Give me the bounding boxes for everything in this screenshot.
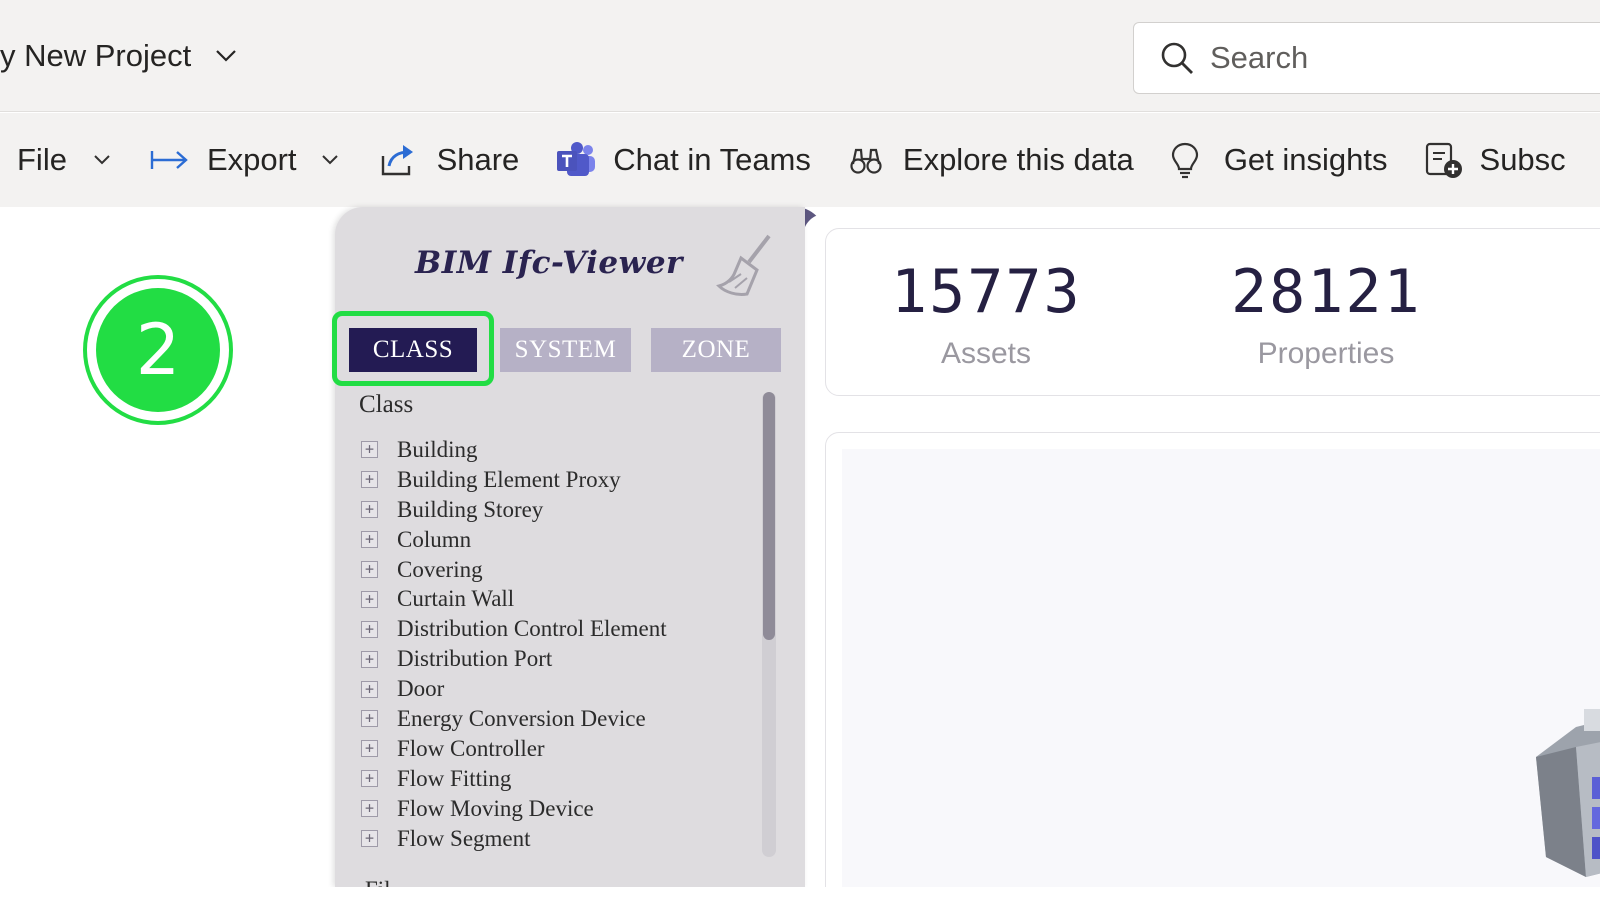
tree-item-curtain-wall[interactable]: + Curtain Wall — [361, 584, 761, 614]
tree-item-building-storey[interactable]: + Building Storey — [361, 495, 761, 525]
properties-count: 28121 — [1231, 257, 1422, 327]
tree-item-flow-fitting[interactable]: + Flow Fitting — [361, 764, 761, 794]
chat-in-teams-label: Chat in Teams — [613, 142, 811, 177]
tab-system[interactable]: SYSTEM — [500, 328, 631, 372]
lightbulb-icon — [1171, 142, 1198, 179]
expand-icon[interactable]: + — [361, 561, 378, 578]
get-insights-label: Get insights — [1223, 142, 1388, 177]
tree-item-door[interactable]: + Door — [361, 674, 761, 704]
expand-icon[interactable]: + — [361, 620, 378, 638]
project-selector[interactable]: y New Project — [0, 38, 237, 74]
expand-icon[interactable]: + — [361, 740, 378, 758]
teams-icon — [557, 142, 596, 176]
command-toolbar: File Export Share Chat in Teams Explore … — [0, 113, 1600, 207]
subscribe-icon — [1425, 142, 1462, 178]
subscribe-label: Subsc — [1479, 142, 1566, 177]
building-model-icon[interactable] — [1506, 707, 1600, 877]
tree-header: Class — [359, 391, 414, 418]
tree-item-building-element-proxy[interactable]: + Building Element Proxy — [361, 465, 761, 495]
properties-label: Properties — [1257, 337, 1395, 370]
tree-item-column[interactable]: + Column — [361, 525, 761, 555]
export-menu[interactable]: Export — [149, 130, 339, 190]
tree-item-distribution-control-element[interactable]: + Distribution Control Element — [361, 614, 761, 644]
explore-data-button[interactable]: Explore this data — [849, 130, 1134, 190]
expand-icon[interactable]: + — [361, 531, 378, 549]
project-title: y New Project — [0, 38, 192, 73]
tree-item-building[interactable]: + Building — [361, 435, 761, 465]
tab-zone[interactable]: ZONE — [651, 328, 781, 372]
export-arrow-icon — [150, 151, 188, 169]
expand-icon[interactable]: + — [361, 680, 378, 698]
chevron-down-icon — [94, 155, 110, 165]
kpi-card: 15773 Assets 28121 Properties — [825, 228, 1600, 396]
share-label: Share — [436, 142, 520, 177]
top-bar: y New Project — [0, 0, 1600, 112]
export-label: Export — [206, 142, 297, 177]
chat-in-teams-button[interactable]: Chat in Teams — [555, 130, 811, 190]
class-tab-highlight — [332, 311, 494, 386]
assets-label: Assets — [940, 337, 1032, 370]
step-number: 2 — [96, 288, 220, 412]
tree-item-distribution-port[interactable]: + Distribution Port — [361, 644, 761, 674]
chevron-down-icon — [321, 155, 338, 165]
broom-clear-icon[interactable] — [715, 232, 777, 300]
chevron-down-icon — [216, 50, 237, 62]
tree-item-flow-segment[interactable]: + Flow Segment — [361, 824, 761, 854]
search-icon — [1161, 42, 1193, 74]
file-menu[interactable]: File — [17, 130, 111, 190]
search-box[interactable] — [1133, 22, 1600, 94]
expand-icon[interactable]: + — [361, 800, 378, 818]
expand-icon[interactable]: + — [361, 501, 378, 519]
model-viewer-canvas[interactable] — [842, 449, 1600, 901]
expand-icon[interactable]: + — [361, 471, 378, 489]
get-insights-button[interactable]: Get insights — [1170, 130, 1388, 190]
tree-item-energy-conversion-device[interactable]: + Energy Conversion Device — [361, 704, 761, 734]
tree-item-covering[interactable]: + Covering — [361, 555, 761, 585]
share-button[interactable]: Share — [379, 130, 520, 190]
expand-icon[interactable]: + — [361, 590, 378, 608]
tree-item-partial: Fil — [365, 877, 391, 887]
step-number-badge: 2 — [83, 275, 233, 425]
assets-count: 15773 — [891, 257, 1082, 327]
file-label: File — [17, 142, 67, 177]
kpi-assets: 15773 Assets — [891, 257, 1081, 371]
class-tree: + Building + Building Element Proxy + Build… — [361, 435, 761, 853]
bim-panel-gap — [803, 214, 825, 887]
tree-scrollbar-thumb[interactable] — [763, 392, 775, 640]
bim-viewer-title: BIM Ifc-Viewer — [415, 245, 683, 281]
bim-viewer-panel: BIM Ifc-Viewer CLASS SYSTEM ZONE Class +… — [335, 207, 805, 887]
share-icon — [381, 145, 413, 176]
expand-icon[interactable]: + — [361, 650, 378, 668]
expand-icon[interactable]: + — [361, 830, 378, 848]
bottom-margin — [0, 887, 1600, 916]
expand-icon[interactable]: + — [361, 770, 378, 788]
search-input[interactable] — [1210, 40, 1510, 76]
tree-item-flow-moving-device[interactable]: + Flow Moving Device — [361, 794, 761, 824]
kpi-properties: 28121 Properties — [1231, 257, 1421, 371]
expand-icon[interactable]: + — [361, 710, 378, 728]
model-viewer-card — [825, 432, 1600, 902]
subscribe-button[interactable]: Subsc — [1424, 130, 1566, 190]
explore-data-label: Explore this data — [902, 142, 1134, 177]
binoculars-icon — [850, 148, 882, 174]
tree-item-flow-controller[interactable]: + Flow Controller — [361, 734, 761, 764]
expand-icon[interactable]: + — [361, 441, 378, 459]
